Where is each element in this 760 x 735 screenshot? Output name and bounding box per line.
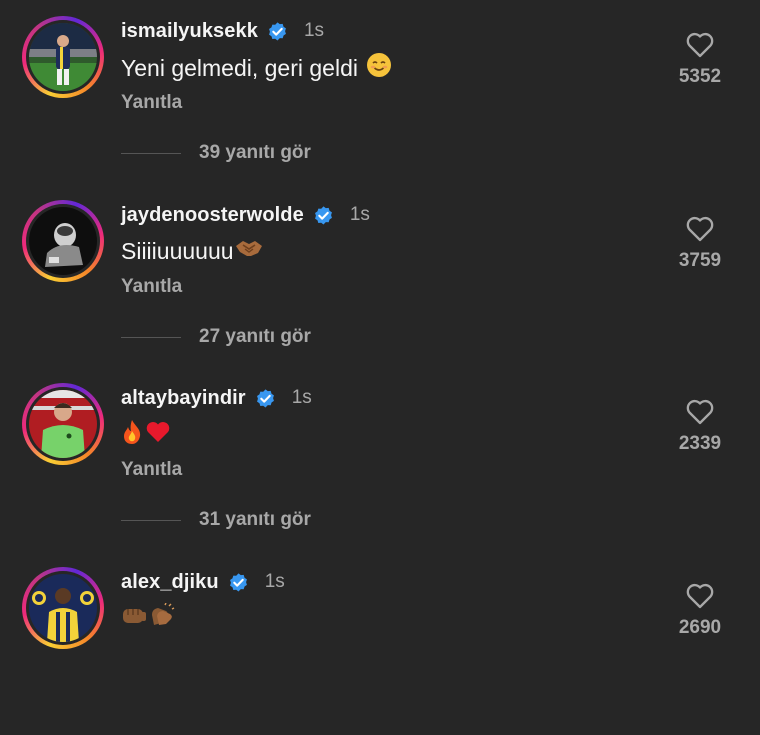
comment-text: Siiiiuuuuuu [121,236,264,266]
avatar[interactable] [29,390,97,458]
like-area: 3759 [672,214,728,272]
like-count: 2690 [678,617,722,638]
like-area: 2339 [672,397,728,455]
username[interactable]: alex_djiku [121,571,219,594]
comment-text [121,602,175,633]
reply-button[interactable]: Yanıtla [121,92,182,114]
story-ring[interactable] [22,567,104,649]
comment-body: Yeni gelmedi, geri geldi [121,54,358,81]
avatar-frame [26,571,100,645]
verified-badge-icon [312,204,335,227]
fist-bump-icon [121,604,147,632]
view-replies-button[interactable]: 39 yanıtı gör [121,142,311,164]
username[interactable]: altaybayindir [121,387,246,410]
avatar-frame [26,20,100,94]
view-replies-label: 31 yanıtı gör [199,509,311,530]
like-count: 2339 [678,433,722,454]
avatar-frame [26,204,100,278]
comment-item: ismailyuksekk 1s Yeni gelmedi, geri geld… [0,0,760,184]
comment-item: alex_djiku 1s 2690 [0,551,760,735]
comment-text: Yeni gelmedi, geri geldi [121,52,392,84]
username[interactable]: jaydenoosterwolde [121,204,304,227]
comment-body: Siiiiuuuuuu [121,237,234,264]
verified-badge-icon [227,571,250,594]
divider-line [121,519,181,521]
view-replies-button[interactable]: 31 yanıtı gör [121,509,311,531]
comment-item: altaybayindir 1s Yanıtla 31 yanıtı gör 2… [0,367,760,551]
relieved-face-icon [366,52,392,84]
comment-time: 1s [264,571,285,592]
view-replies-label: 27 yanıtı gör [199,326,311,347]
story-ring[interactable] [22,16,104,98]
comment-time: 1s [291,387,312,408]
heart-icon[interactable] [685,30,715,58]
reply-button[interactable]: Yanıtla [121,459,182,481]
verified-badge-icon [266,20,289,43]
username[interactable]: ismailyuksekk [121,20,258,43]
clapping-hands-icon [149,602,175,633]
heart-icon[interactable] [685,397,715,425]
view-replies-label: 39 yanıtı gör [199,142,311,163]
like-area: 5352 [672,30,728,88]
divider-line [121,336,181,338]
verified-badge-icon [254,387,277,410]
like-area: 2690 [672,581,728,639]
red-heart-icon [145,420,171,450]
view-replies-button[interactable]: 27 yanıtı gör [121,326,311,348]
heart-icon[interactable] [685,214,715,242]
comment-time: 1s [303,20,325,41]
reply-button[interactable]: Yanıtla [121,276,182,298]
avatar[interactable] [29,574,97,642]
comment-item: jaydenoosterwolde 1s Siiiiuuuuuu Yanıtla… [0,184,760,368]
heart-icon[interactable] [685,581,715,609]
story-ring[interactable] [22,200,104,282]
handshake-icon [234,236,264,266]
avatar[interactable] [29,23,97,91]
divider-line [121,152,181,154]
like-count: 5352 [678,66,722,87]
story-ring[interactable] [22,383,104,465]
fire-icon [121,419,143,451]
comment-text [121,419,171,451]
like-count: 3759 [678,250,722,271]
comment-time: 1s [349,204,370,225]
avatar-frame [26,387,100,461]
avatar[interactable] [29,207,97,275]
